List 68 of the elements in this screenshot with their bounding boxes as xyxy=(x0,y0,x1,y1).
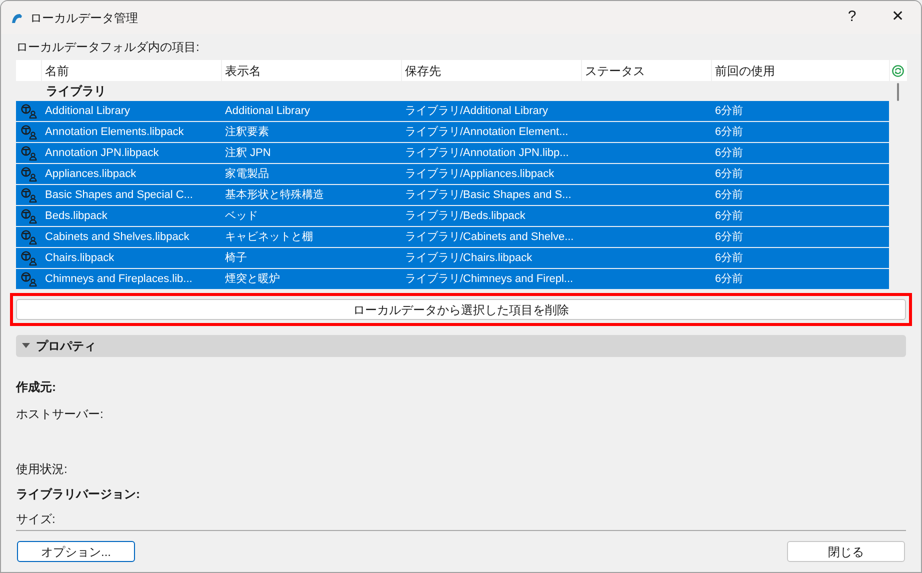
library-icon xyxy=(20,208,38,224)
property-label: 使用状況: xyxy=(16,461,68,477)
library-icon xyxy=(20,229,38,245)
window-title: ローカルデータ管理 xyxy=(30,10,139,26)
table-cell-text: ライブラリ/Chairs.libpack xyxy=(405,250,532,266)
table-cell-text: Basic Shapes and Special C... xyxy=(45,188,193,203)
table-cell-text: ライブラリ/Additional Library xyxy=(405,104,548,119)
table-cell-text: ライブラリ/Annotation JPN.libp... xyxy=(405,146,569,161)
table-cell-text: 6分前 xyxy=(715,104,744,119)
library-icon xyxy=(20,166,38,182)
column-header[interactable]: 保存先 xyxy=(402,60,582,81)
delete-button[interactable]: ローカルデータから選択した項目を削除 xyxy=(16,299,906,320)
table-cell-text: 6分前 xyxy=(715,166,744,182)
table-cell-text: 6分前 xyxy=(715,230,744,245)
library-icon xyxy=(20,250,38,266)
table-cell-text: Beds.libpack xyxy=(45,208,108,224)
library-icon xyxy=(20,187,38,203)
table-cell-text: 注釈 JPN xyxy=(225,146,271,161)
table-cell-text: ベッド xyxy=(225,208,258,224)
table-cell-text: Chimneys and Fireplaces.lib... xyxy=(45,272,192,287)
table-cell-text: 椅子 xyxy=(225,250,247,266)
options-button[interactable]: オプション... xyxy=(17,541,135,562)
table-cell-text: 6分前 xyxy=(715,146,744,161)
column-header[interactable]: 前回の使用 xyxy=(712,60,890,81)
property-label: ホストサーバー: xyxy=(16,406,104,422)
table-cell-text: Annotation Elements.libpack xyxy=(45,124,184,140)
table-cell-text: ライブラリ/Chimneys and Firepl... xyxy=(405,272,574,287)
library-icon xyxy=(20,103,38,119)
library-icon xyxy=(20,271,38,287)
scrollbar-thumb[interactable] xyxy=(897,83,899,101)
property-label: ライブラリバージョン: xyxy=(16,486,141,502)
refresh-icon[interactable] xyxy=(892,64,904,76)
table-cell-text: Cabinets and Shelves.libpack xyxy=(45,230,190,245)
column-header[interactable]: 表示名 xyxy=(222,60,402,81)
column-header[interactable]: 名前 xyxy=(42,60,222,81)
table-cell-text: 6分前 xyxy=(715,124,744,140)
table-cell-text: Chairs.libpack xyxy=(45,250,114,266)
caret-icon xyxy=(22,343,30,349)
property-label: 作成元: xyxy=(16,379,57,395)
library-icon xyxy=(20,145,38,161)
table-cell-text: Appliances.libpack xyxy=(45,166,136,182)
library-icon xyxy=(20,124,38,140)
close-button[interactable]: ✕ xyxy=(875,1,921,34)
table-cell-text: Additional Library xyxy=(45,104,130,119)
table-cell-text: ライブラリ/Cabinets and Shelve... xyxy=(405,230,574,245)
section-title: プロパティ xyxy=(36,338,96,355)
property-label: サイズ: xyxy=(16,511,56,527)
table-cell-text: 6分前 xyxy=(715,272,744,287)
table-cell-text: 家電製品 xyxy=(225,166,269,182)
table-cell-text: 煙突と暖炉 xyxy=(225,272,280,287)
table-cell-text: 6分前 xyxy=(715,250,744,266)
table-cell-text: ライブラリ/Beds.libpack xyxy=(405,208,526,224)
close-dialog-button[interactable]: 閉じる xyxy=(787,541,905,562)
list-label: ローカルデータフォルダ内の項目: xyxy=(16,39,200,56)
table-cell-text: 基本形状と特殊構造 xyxy=(225,188,324,203)
help-button[interactable]: ? xyxy=(829,1,875,34)
table-cell-text: 6分前 xyxy=(715,208,744,224)
table-cell-text: ライブラリ/Appliances.libpack xyxy=(405,166,554,182)
properties-header[interactable]: プロパティ xyxy=(16,335,906,357)
table-cell-text: キャビネットと棚 xyxy=(225,230,313,245)
table-cell-text: ライブラリ/Annotation Element... xyxy=(405,124,568,140)
table-cell-text: Annotation JPN.libpack xyxy=(45,146,159,161)
group-header: ライブラリ xyxy=(46,83,106,100)
table-cell-text: 6分前 xyxy=(715,188,744,203)
table-cell-text: 注釈要素 xyxy=(225,124,269,140)
table-cell-text: ライブラリ/Basic Shapes and S... xyxy=(405,188,572,203)
column-header[interactable]: ステータス xyxy=(582,60,712,81)
table-cell-text: Additional Library xyxy=(225,104,310,119)
